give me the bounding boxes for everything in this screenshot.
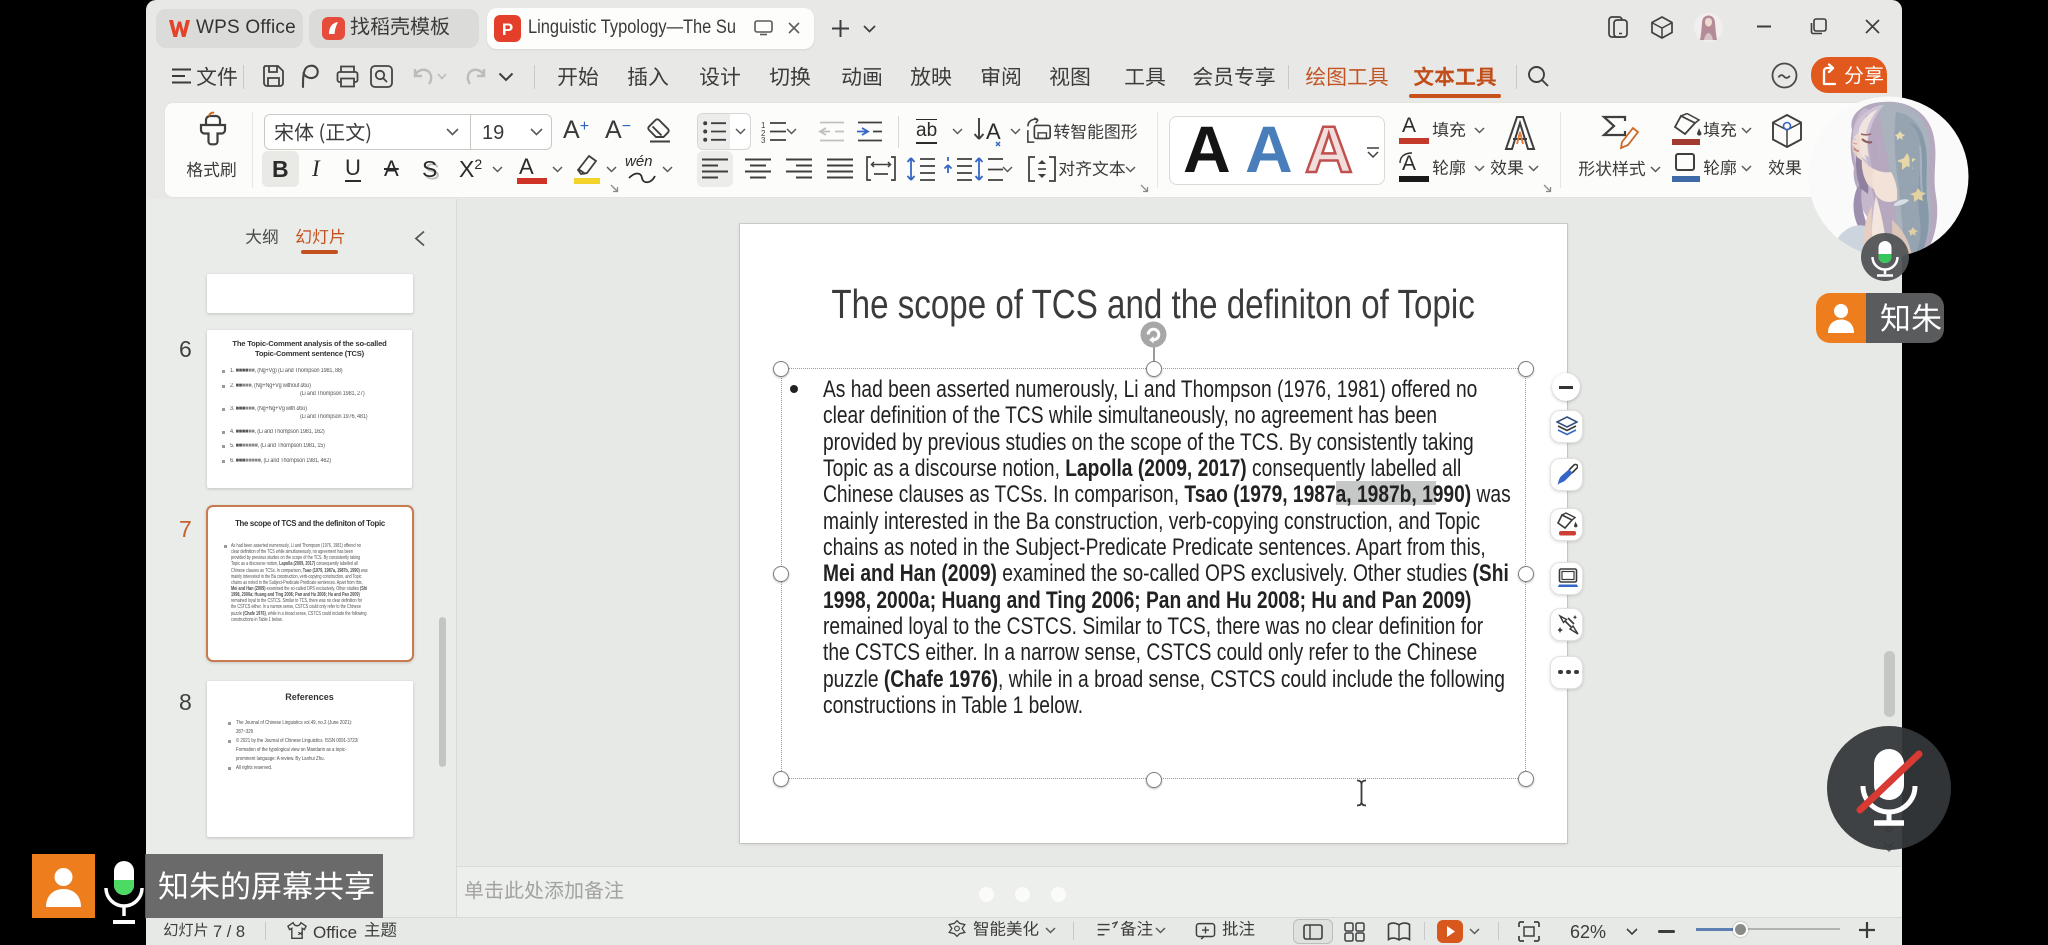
svg-text:A: A xyxy=(1183,116,1231,185)
svg-text:A: A xyxy=(1305,116,1353,185)
svg-text:3: 3 xyxy=(761,136,766,143)
svg-text:A: A xyxy=(986,119,1001,144)
svg-text:P: P xyxy=(502,20,513,39)
svg-text:A: A xyxy=(1245,116,1293,185)
